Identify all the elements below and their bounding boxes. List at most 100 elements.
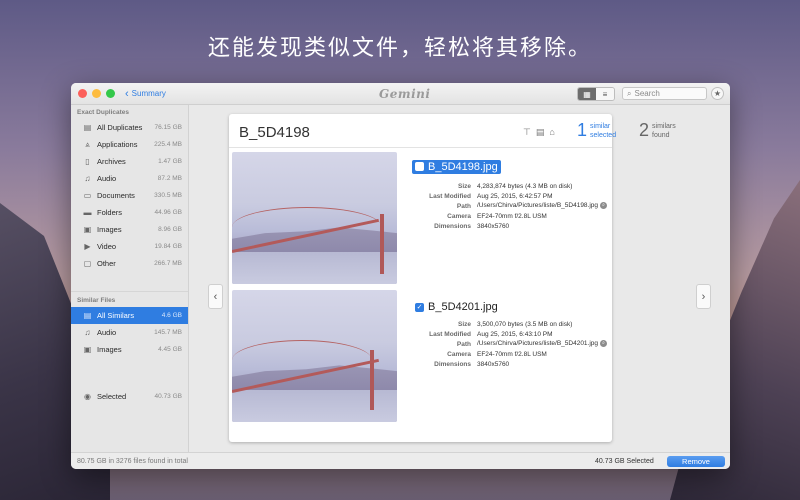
group-title: B_5D4198: [239, 124, 310, 141]
photo-bridge-cable: [232, 207, 382, 247]
sidebar-item-all-duplicates[interactable]: ▤ All Duplicates 76.15 GB: [71, 119, 188, 136]
selected-stat: 1 similar selected: [577, 120, 616, 140]
search-field[interactable]: ⌕: [622, 87, 707, 100]
chevron-right-icon: ›: [701, 290, 706, 303]
sidebar-item-similar-images[interactable]: ▣ Images 4.45 GB: [71, 341, 188, 358]
sidebar-item-audio[interactable]: ♫ Audio 87.2 MB: [71, 170, 188, 187]
list-view-icon[interactable]: ≡: [596, 88, 614, 100]
meta-label: Dimensions: [434, 360, 471, 368]
main-panel: ‹ › B_5D4198 ⊤ ▤ ⌂ 1 similar selected 2: [189, 105, 730, 452]
selected-text1: similar: [590, 123, 611, 130]
photo-thumbnail[interactable]: [232, 152, 397, 284]
sidebar-item-applications[interactable]: ⩓ Applications 225.4 MB: [71, 136, 188, 153]
card-tools: ⊤ ▤ ⌂: [523, 127, 555, 138]
meta-value: /Users/Chirva/Pictures/liste/B_5D4201.jp…: [477, 340, 599, 348]
next-group-button[interactable]: ›: [696, 284, 711, 309]
trash-icon[interactable]: ⌂: [549, 127, 554, 138]
sidebar-item-other[interactable]: ▢ Other 266.7 MB: [71, 255, 188, 272]
file-name-checkbox[interactable]: ✓ B_5D4201.jpg: [412, 300, 501, 314]
sidebar-item-archives[interactable]: ▯ Archives 1.47 GB: [71, 153, 188, 170]
back-label: Summary: [131, 89, 166, 98]
similar-group-card: B_5D4198 ⊤ ▤ ⌂ 1 similar selected 2 simil…: [229, 114, 676, 442]
sidebar-item-all-similars[interactable]: ▤ All Similars 4.6 GB: [71, 307, 188, 324]
grid-view-icon[interactable]: ▦: [578, 88, 596, 100]
check-circle-icon: ◉: [84, 392, 91, 401]
status-bar: 80.75 GB in 3276 files found in total 40…: [71, 452, 730, 469]
found-text2: found: [652, 132, 670, 139]
image-icon: ▣: [83, 345, 92, 354]
sidebar-item-size: 44.96 GB: [154, 209, 182, 216]
file-name: B_5D4198.jpg: [428, 160, 498, 173]
minimize-window-button[interactable]: [92, 89, 101, 98]
sidebar-item-label: Other: [97, 259, 116, 268]
sidebar-item-images[interactable]: ▣ Images 8.96 GB: [71, 221, 188, 238]
sidebar-item-documents[interactable]: ▭ Documents 330.5 MB: [71, 187, 188, 204]
sidebar-item-size: 4.45 GB: [158, 346, 182, 353]
meta-value: Aug 25, 2015, 6:42:57 PM: [477, 192, 553, 200]
sidebar-item-label: Audio: [97, 328, 117, 337]
meta-value: Aug 25, 2015, 6:43:10 PM: [477, 330, 553, 338]
sidebar-item-size: 1.47 GB: [158, 158, 182, 165]
found-stat: 2 similars found: [639, 120, 676, 140]
sidebar-item-label: All Duplicates: [97, 123, 143, 132]
sidebar-item-label: Archives: [97, 157, 126, 166]
back-to-summary-link[interactable]: ‹ Summary: [125, 88, 166, 99]
photo-water: [232, 252, 397, 284]
selected-total-text: 40.73 GB Selected: [595, 457, 654, 465]
document-icon: ▭: [83, 191, 92, 200]
found-text1: similars: [652, 123, 676, 130]
sidebar-item-size: 266.7 MB: [154, 260, 182, 267]
meta-value: 3,500,070 bytes (3.5 MB on disk): [477, 320, 573, 328]
sidebar-item-video[interactable]: ▶ Video 19.84 GB: [71, 238, 188, 255]
file-metadata: ✓ B_5D4201.jpg Size 3,500,070 bytes (3.5 …: [397, 290, 608, 422]
search-input[interactable]: [634, 89, 703, 98]
meta-label: Last Modified: [429, 192, 471, 200]
sidebar-item-label: Documents: [97, 191, 135, 200]
archive-icon: ▯: [85, 157, 90, 166]
photo-thumbnail[interactable]: [232, 290, 397, 422]
sidebar-item-size: 87.2 MB: [157, 175, 182, 182]
meta-label: Size: [457, 320, 471, 328]
meta-value: 4,283,874 bytes (4.3 MB on disk): [477, 182, 573, 190]
file-icon: ▢: [83, 259, 92, 268]
total-found-text: 80.75 GB in 3276 files found in total: [77, 457, 188, 465]
meta-label: Dimensions: [434, 222, 471, 230]
sidebar-item-size: 40.73 GB: [154, 393, 182, 400]
sidebar-item-label: Selected: [97, 392, 127, 401]
sidebar-item-label: Images: [97, 225, 122, 234]
remove-button[interactable]: Remove: [667, 456, 725, 467]
info-icon[interactable]: ▤: [536, 127, 545, 138]
reveal-in-finder-icon[interactable]: ⌕: [600, 340, 608, 348]
sidebar-item-selected[interactable]: ◉ Selected 40.73 GB: [71, 388, 188, 405]
sidebar-item-folders[interactable]: ▬ Folders 44.96 GB: [71, 204, 188, 221]
search-icon: ⌕: [627, 88, 632, 98]
folder-icon: ▬: [83, 208, 92, 217]
sidebar: Exact Duplicates ▤ All Duplicates 76.15 …: [71, 105, 189, 452]
found-count: 2: [639, 120, 650, 140]
checkbox-checked[interactable]: ✓: [415, 302, 424, 312]
image-icon: ▣: [83, 225, 92, 234]
sidebar-item-size: 8.96 GB: [158, 226, 182, 233]
maximize-window-button[interactable]: [106, 89, 115, 98]
section-title-similar-files: Similar Files: [77, 297, 116, 304]
meta-value: 3840x5760: [477, 360, 510, 368]
selected-count: 1: [577, 120, 588, 140]
previous-group-button[interactable]: ‹: [208, 284, 223, 309]
close-window-button[interactable]: [78, 89, 87, 98]
sidebar-item-label: Video: [97, 242, 117, 251]
sidebar-item-label: Applications: [97, 140, 138, 149]
file-name: B_5D4201.jpg: [428, 301, 498, 313]
meta-value: 3840x5760: [477, 222, 510, 230]
marketing-headline: 还能发现类似文件，轻松将其移除。: [207, 36, 592, 61]
star-icon[interactable]: ★: [711, 87, 724, 100]
tag-icon[interactable]: ⊤: [523, 127, 531, 138]
meta-label: Size: [457, 182, 471, 190]
sidebar-item-label: Folders: [97, 208, 123, 217]
file-name-checkbox[interactable]: B_5D4198.jpg: [412, 159, 501, 174]
checkbox[interactable]: [415, 162, 424, 171]
music-note-icon: ♫: [84, 174, 91, 183]
reveal-in-finder-icon[interactable]: ⌕: [600, 202, 608, 210]
sidebar-item-similar-audio[interactable]: ♫ Audio 145.7 MB: [71, 324, 188, 341]
sidebar-item-size: 19.84 GB: [154, 243, 182, 250]
section-title-exact-duplicates: Exact Duplicates: [77, 109, 130, 116]
